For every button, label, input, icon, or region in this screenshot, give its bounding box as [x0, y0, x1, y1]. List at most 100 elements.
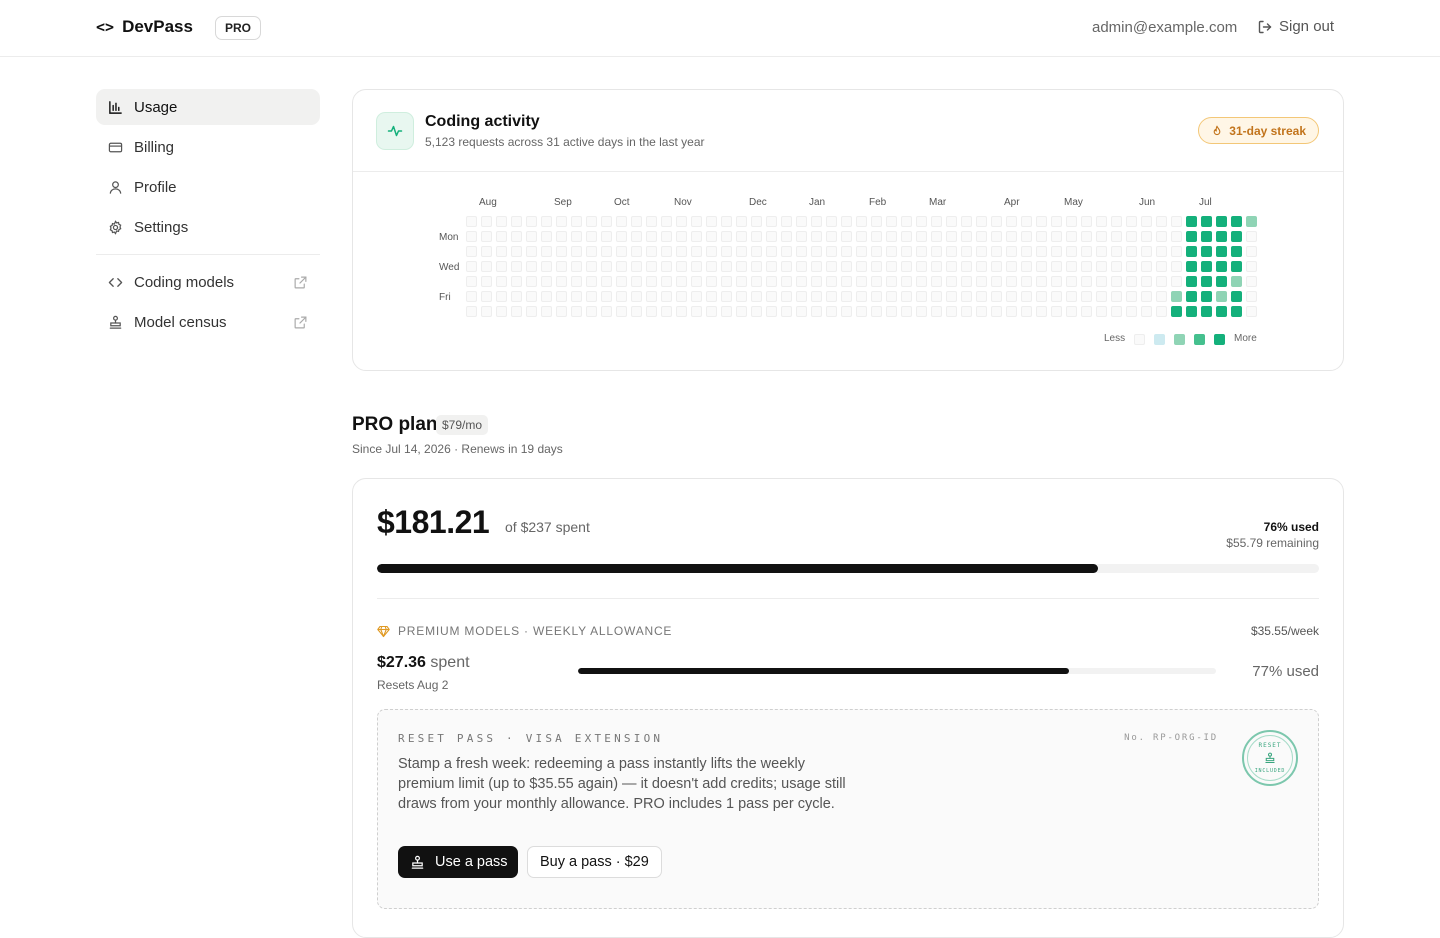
sidebar-item-profile[interactable]: Profile	[96, 169, 320, 205]
heatmap-cell[interactable]	[1231, 306, 1242, 317]
heatmap-cell[interactable]	[811, 246, 822, 257]
heatmap-cell[interactable]	[1051, 276, 1062, 287]
heatmap-cell[interactable]	[691, 306, 702, 317]
heatmap-cell[interactable]	[961, 261, 972, 272]
heatmap-cell[interactable]	[1231, 291, 1242, 302]
heatmap-cell[interactable]	[631, 291, 642, 302]
heatmap-cell[interactable]	[661, 291, 672, 302]
heatmap-cell[interactable]	[1186, 261, 1197, 272]
heatmap-cell[interactable]	[886, 261, 897, 272]
heatmap-cell[interactable]	[646, 216, 657, 227]
heatmap-cell[interactable]	[676, 231, 687, 242]
heatmap-cell[interactable]	[931, 306, 942, 317]
heatmap-cell[interactable]	[1066, 261, 1077, 272]
heatmap-cell[interactable]	[691, 276, 702, 287]
heatmap-cell[interactable]	[931, 246, 942, 257]
heatmap-cell[interactable]	[631, 216, 642, 227]
heatmap-cell[interactable]	[1006, 276, 1017, 287]
heatmap-cell[interactable]	[1246, 216, 1257, 227]
heatmap-cell[interactable]	[1021, 246, 1032, 257]
heatmap-cell[interactable]	[511, 291, 522, 302]
heatmap-cell[interactable]	[721, 246, 732, 257]
heatmap-cell[interactable]	[1156, 261, 1167, 272]
heatmap-cell[interactable]	[766, 306, 777, 317]
heatmap-cell[interactable]	[601, 261, 612, 272]
heatmap-cell[interactable]	[766, 231, 777, 242]
heatmap-cell[interactable]	[526, 291, 537, 302]
heatmap-cell[interactable]	[1006, 231, 1017, 242]
heatmap-cell[interactable]	[676, 306, 687, 317]
heatmap-cell[interactable]	[526, 306, 537, 317]
heatmap-cell[interactable]	[1246, 291, 1257, 302]
heatmap-cell[interactable]	[1081, 306, 1092, 317]
heatmap-cell[interactable]	[1171, 276, 1182, 287]
heatmap-cell[interactable]	[1171, 306, 1182, 317]
heatmap-cell[interactable]	[886, 291, 897, 302]
heatmap-cell[interactable]	[961, 231, 972, 242]
heatmap-cell[interactable]	[691, 246, 702, 257]
heatmap-cell[interactable]	[1111, 291, 1122, 302]
heatmap-cell[interactable]	[616, 246, 627, 257]
heatmap-cell[interactable]	[796, 291, 807, 302]
heatmap-cell[interactable]	[691, 261, 702, 272]
heatmap-cell[interactable]	[961, 246, 972, 257]
heatmap-cell[interactable]	[601, 276, 612, 287]
heatmap-cell[interactable]	[856, 306, 867, 317]
heatmap-cell[interactable]	[466, 216, 477, 227]
heatmap-cell[interactable]	[496, 291, 507, 302]
heatmap-cell[interactable]	[481, 306, 492, 317]
heatmap-cell[interactable]	[1231, 216, 1242, 227]
heatmap-cell[interactable]	[556, 261, 567, 272]
heatmap-cell[interactable]	[1021, 276, 1032, 287]
heatmap-cell[interactable]	[871, 216, 882, 227]
heatmap-cell[interactable]	[811, 231, 822, 242]
heatmap-cell[interactable]	[766, 261, 777, 272]
heatmap-cell[interactable]	[1021, 306, 1032, 317]
heatmap-cell[interactable]	[1141, 306, 1152, 317]
heatmap-cell[interactable]	[1036, 261, 1047, 272]
heatmap-cell[interactable]	[811, 291, 822, 302]
sidebar-item-settings[interactable]: Settings	[96, 209, 320, 245]
heatmap-cell[interactable]	[1081, 246, 1092, 257]
heatmap-cell[interactable]	[751, 291, 762, 302]
heatmap-cell[interactable]	[751, 306, 762, 317]
heatmap-cell[interactable]	[991, 306, 1002, 317]
heatmap-cell[interactable]	[496, 246, 507, 257]
heatmap-cell[interactable]	[1201, 231, 1212, 242]
heatmap-cell[interactable]	[886, 276, 897, 287]
heatmap-cell[interactable]	[646, 306, 657, 317]
heatmap-cell[interactable]	[706, 276, 717, 287]
heatmap-cell[interactable]	[841, 216, 852, 227]
heatmap-cell[interactable]	[631, 306, 642, 317]
heatmap-cell[interactable]	[646, 276, 657, 287]
heatmap-cell[interactable]	[856, 276, 867, 287]
heatmap-cell[interactable]	[1246, 231, 1257, 242]
heatmap-cell[interactable]	[541, 306, 552, 317]
heatmap-cell[interactable]	[901, 291, 912, 302]
heatmap-cell[interactable]	[1021, 291, 1032, 302]
heatmap-cell[interactable]	[826, 306, 837, 317]
sidebar-item-coding-models[interactable]: Coding models	[96, 264, 320, 300]
heatmap-cell[interactable]	[796, 306, 807, 317]
heatmap-cell[interactable]	[1126, 276, 1137, 287]
heatmap-cell[interactable]	[706, 291, 717, 302]
heatmap-cell[interactable]	[826, 261, 837, 272]
heatmap-cell[interactable]	[826, 231, 837, 242]
heatmap-cell[interactable]	[601, 306, 612, 317]
heatmap-cell[interactable]	[661, 276, 672, 287]
heatmap-cell[interactable]	[1096, 231, 1107, 242]
heatmap-cell[interactable]	[706, 216, 717, 227]
heatmap-cell[interactable]	[541, 261, 552, 272]
heatmap-cell[interactable]	[841, 291, 852, 302]
heatmap-cell[interactable]	[976, 216, 987, 227]
heatmap-cell[interactable]	[466, 306, 477, 317]
heatmap-cell[interactable]	[946, 246, 957, 257]
heatmap-cell[interactable]	[856, 216, 867, 227]
heatmap-cell[interactable]	[526, 261, 537, 272]
heatmap-cell[interactable]	[826, 291, 837, 302]
heatmap-cell[interactable]	[1186, 276, 1197, 287]
heatmap-cell[interactable]	[571, 231, 582, 242]
heatmap-cell[interactable]	[466, 246, 477, 257]
heatmap-cell[interactable]	[541, 231, 552, 242]
heatmap-cell[interactable]	[781, 276, 792, 287]
